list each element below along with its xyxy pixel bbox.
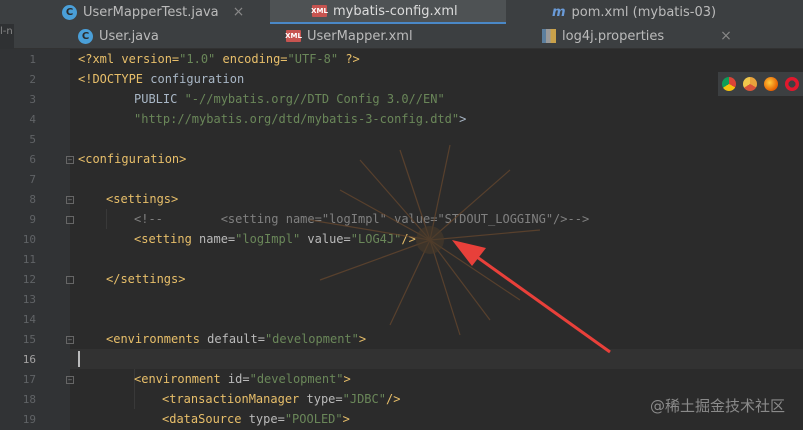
watermark: @稀土掘金技术社区 [649, 397, 785, 415]
annotation-arrow [452, 240, 611, 354]
